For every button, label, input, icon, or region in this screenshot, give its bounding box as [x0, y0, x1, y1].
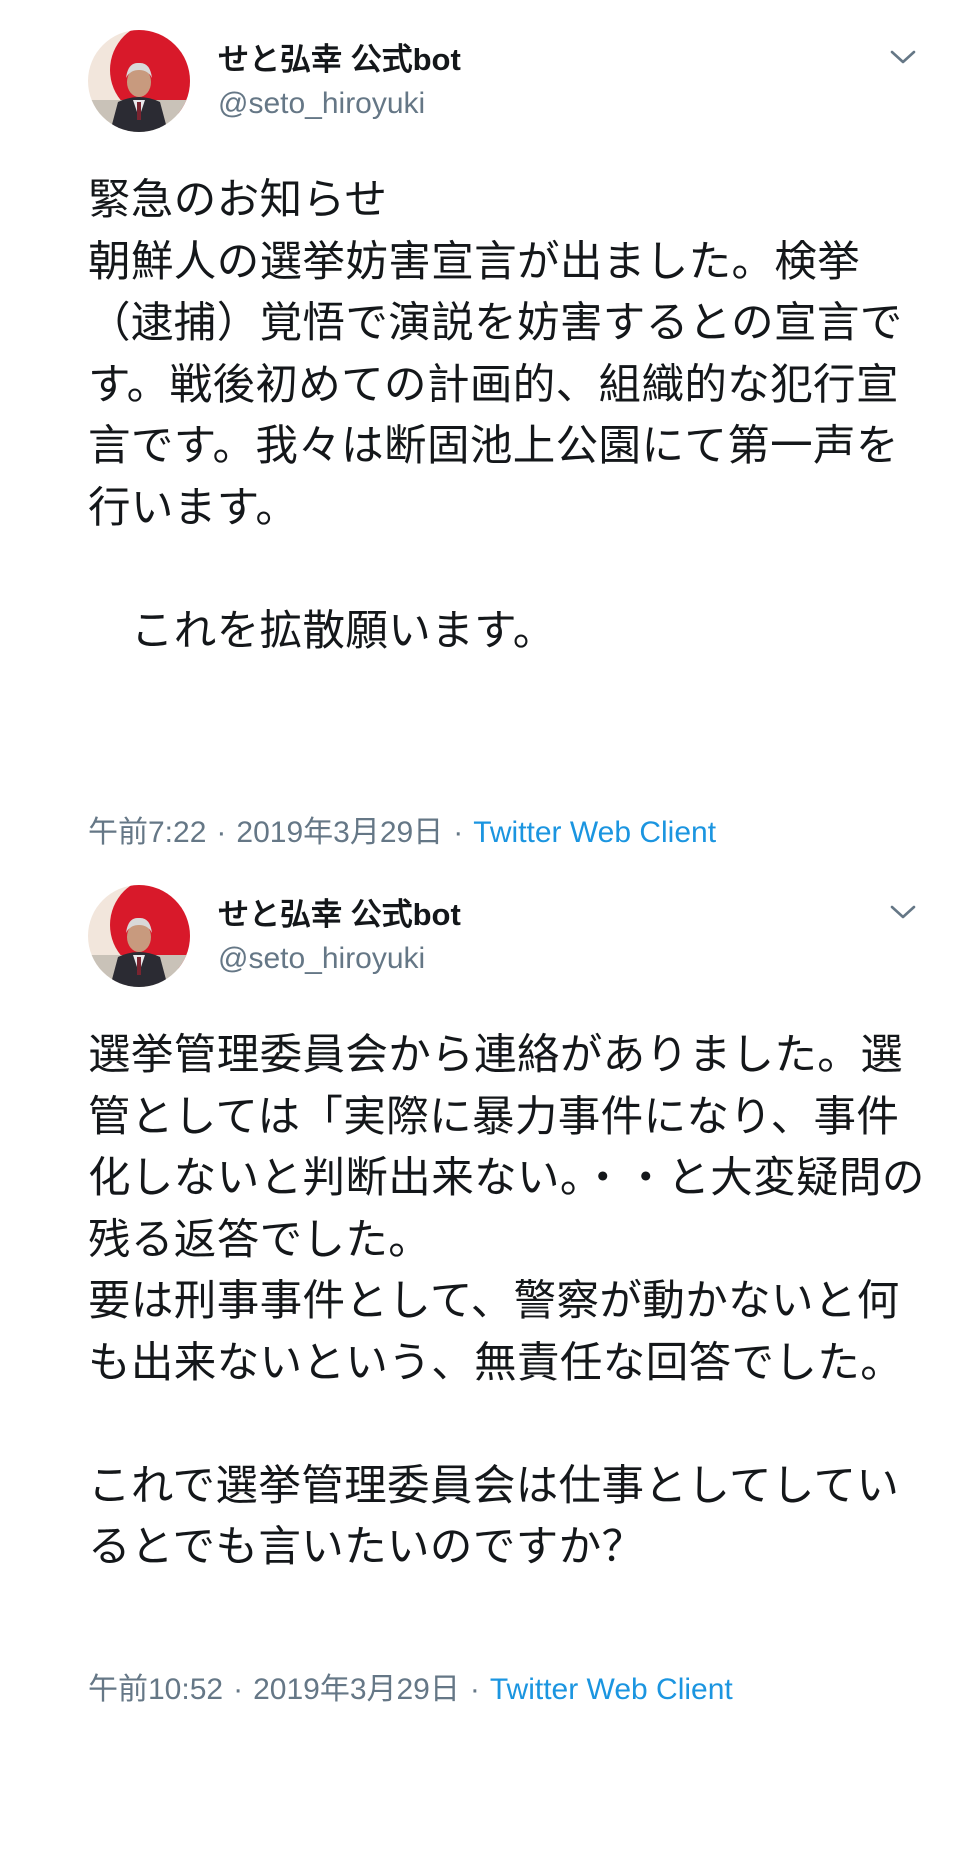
- client-link[interactable]: Twitter Web Client: [490, 1673, 733, 1706]
- tweet-time[interactable]: 午前7:22: [88, 816, 206, 849]
- tweet-time[interactable]: 午前10:52: [88, 1673, 223, 1706]
- chevron-down-icon[interactable]: [888, 901, 918, 923]
- chevron-down-icon[interactable]: [888, 46, 918, 68]
- tweet-meta: 午前10:52 · 2019年3月29日 · Twitter Web Client: [88, 1670, 733, 1710]
- avatar[interactable]: [88, 30, 190, 132]
- separator-dot: ·: [233, 1673, 244, 1706]
- separator-dot: ·: [453, 816, 464, 849]
- tweet-text: 選挙管理委員会から連絡がありました。選管としては「実際に暴力事件になり、事件化し…: [88, 1031, 925, 1572]
- avatar[interactable]: [88, 885, 190, 987]
- client-link[interactable]: Twitter Web Client: [473, 816, 716, 849]
- author-block[interactable]: せと弘幸 公式bot @seto_hiroyuki: [218, 895, 461, 979]
- tweet-text: 緊急のお知らせ 朝鮮人の選挙妨害宣言が出ました。検挙（逮捕）覚悟で演説を妨害する…: [88, 176, 903, 656]
- tweet-meta: 午前7:22 · 2019年3月29日 · Twitter Web Client: [88, 813, 716, 853]
- author-display-name[interactable]: せと弘幸 公式bot: [218, 40, 461, 80]
- tweet-date[interactable]: 2019年3月29日: [253, 1673, 460, 1706]
- separator-dot: ·: [216, 816, 227, 849]
- author-block[interactable]: せと弘幸 公式bot @seto_hiroyuki: [218, 40, 461, 124]
- tweet-date[interactable]: 2019年3月29日: [236, 816, 443, 849]
- author-handle[interactable]: @seto_hiroyuki: [218, 939, 461, 979]
- separator-dot: ·: [469, 1673, 480, 1706]
- author-handle[interactable]: @seto_hiroyuki: [218, 84, 461, 124]
- author-display-name[interactable]: せと弘幸 公式bot: [218, 895, 461, 935]
